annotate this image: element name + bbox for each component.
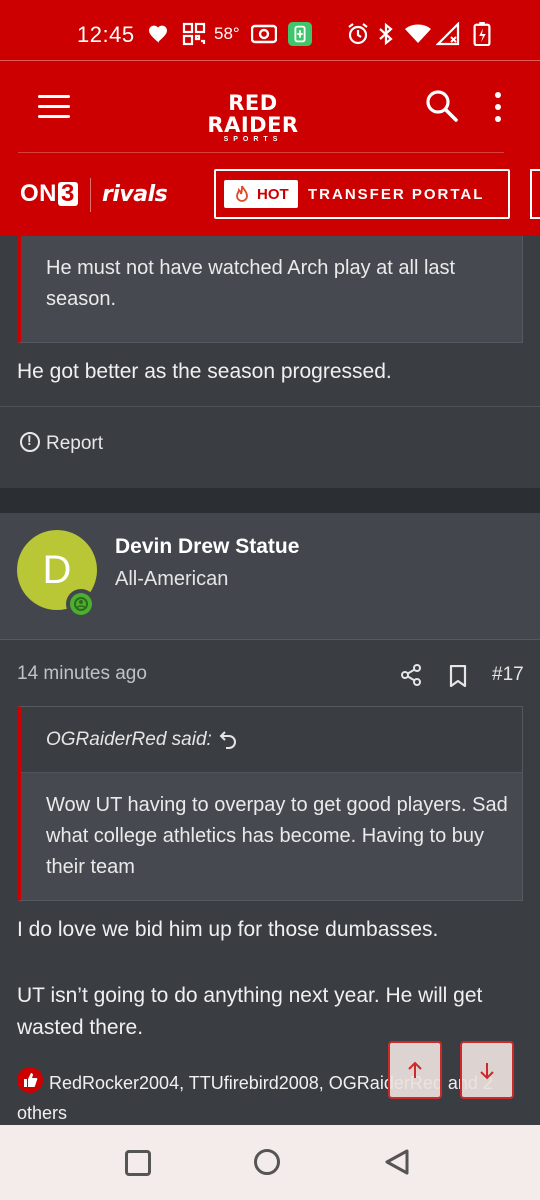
scroll-down-button[interactable] — [460, 1041, 514, 1099]
reply-arrow-icon[interactable] — [218, 729, 238, 749]
signal-icon — [436, 22, 460, 46]
status-temperature: 58° — [214, 24, 240, 43]
partner-bar: ON 3 rivals HOT TRANSFER PORTAL — [0, 152, 540, 236]
next-nav-button[interactable] — [530, 169, 540, 219]
rivals-logo[interactable]: rivals — [102, 182, 168, 207]
flame-icon — [236, 185, 248, 202]
arrow-up-icon — [408, 1061, 422, 1078]
arrow-down-icon — [480, 1063, 494, 1080]
recent-apps-icon[interactable] — [125, 1150, 151, 1176]
app-header: RED RAIDER SPORTS — [0, 60, 540, 152]
post-timestamp[interactable]: 14 minutes ago — [17, 663, 147, 685]
more-options-icon[interactable] — [490, 91, 506, 123]
quote-text: He must not have watched Arch play at al… — [46, 257, 456, 310]
post-body-paragraph: I do love we bid him up for those dumbas… — [17, 918, 439, 941]
reactions-list[interactable]: RedRocker2004, TTUfirebird2008, OGRaider… — [17, 1068, 517, 1125]
quote-block: OGRaiderRed said: Wow UT having to overp… — [17, 706, 523, 901]
bluetooth-icon — [379, 22, 393, 46]
scroll-up-button[interactable] — [388, 1041, 442, 1099]
heart-icon — [149, 25, 167, 43]
transfer-portal-button[interactable]: HOT TRANSFER PORTAL — [214, 169, 510, 219]
site-logo[interactable]: RED RAIDER SPORTS — [180, 92, 326, 143]
online-status-icon — [66, 589, 96, 619]
post-author: D Devin Drew Statue All-American — [0, 513, 540, 640]
logo-subtitle: SPORTS — [223, 136, 283, 143]
quote-text: Wow UT having to overpay to get good pla… — [46, 794, 508, 878]
status-time: 12:45 — [77, 22, 135, 47]
system-nav-bar — [0, 1125, 540, 1200]
search-icon[interactable] — [425, 89, 459, 123]
status-bar: 12:45 58° — [0, 0, 540, 60]
report-button[interactable]: Report — [20, 432, 103, 455]
hot-badge: HOT — [224, 180, 298, 208]
battery-saver-icon — [288, 22, 312, 46]
logo-title: RED RAIDER — [207, 91, 299, 137]
battery-charging-icon — [473, 22, 491, 46]
grid-app-icon — [182, 22, 206, 46]
quote-author: OGRaiderRed said: — [46, 729, 212, 750]
on3-logo[interactable]: ON 3 — [20, 180, 78, 208]
report-icon — [20, 432, 40, 452]
post: He must not have watched Arch play at al… — [0, 236, 540, 488]
username[interactable]: Devin Drew Statue — [115, 535, 299, 559]
post-body: He got better as the season progressed. — [17, 360, 392, 383]
quote-header[interactable]: OGRaiderRed said: — [21, 707, 522, 773]
post-body-paragraph: UT isn’t going to do anything next year.… — [17, 984, 483, 1039]
radio-icon — [251, 24, 277, 44]
post: D Devin Drew Statue All-American 14 minu… — [0, 513, 540, 1125]
share-icon[interactable] — [400, 664, 422, 686]
menu-icon[interactable] — [38, 95, 70, 119]
thread-content: He must not have watched Arch play at al… — [0, 236, 540, 1125]
post-number[interactable]: #17 — [492, 664, 524, 686]
bookmark-icon[interactable] — [449, 665, 467, 687]
transfer-portal-label: TRANSFER PORTAL — [308, 186, 485, 203]
quote-block: He must not have watched Arch play at al… — [17, 236, 523, 343]
user-role: All-American — [115, 568, 229, 590]
wifi-icon — [405, 24, 431, 43]
alarm-icon — [348, 23, 368, 45]
back-icon[interactable] — [383, 1148, 411, 1176]
home-icon[interactable] — [254, 1149, 280, 1175]
